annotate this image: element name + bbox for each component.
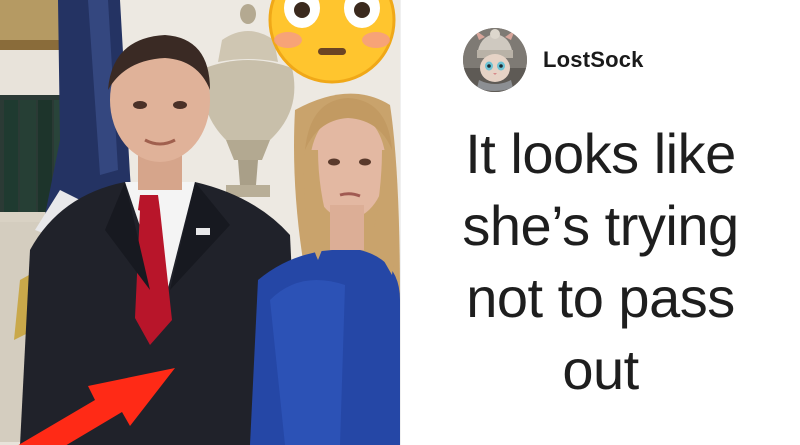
caption-line: she’s trying (462, 194, 739, 257)
caption-panel: LostSock It looks like she’s trying not … (401, 0, 800, 445)
caption-line: out (562, 338, 639, 401)
cat-in-knit-hat-avatar-icon[interactable] (463, 28, 527, 92)
photo-illustration (0, 0, 400, 445)
caption-line: not to pass (466, 266, 735, 329)
post-caption: It looks like she’s trying not to pass o… (401, 118, 800, 406)
meme-photo (0, 0, 400, 445)
caption-line: It looks like (465, 122, 736, 185)
post-author[interactable]: LostSock (463, 27, 644, 93)
author-name[interactable]: LostSock (543, 47, 644, 73)
